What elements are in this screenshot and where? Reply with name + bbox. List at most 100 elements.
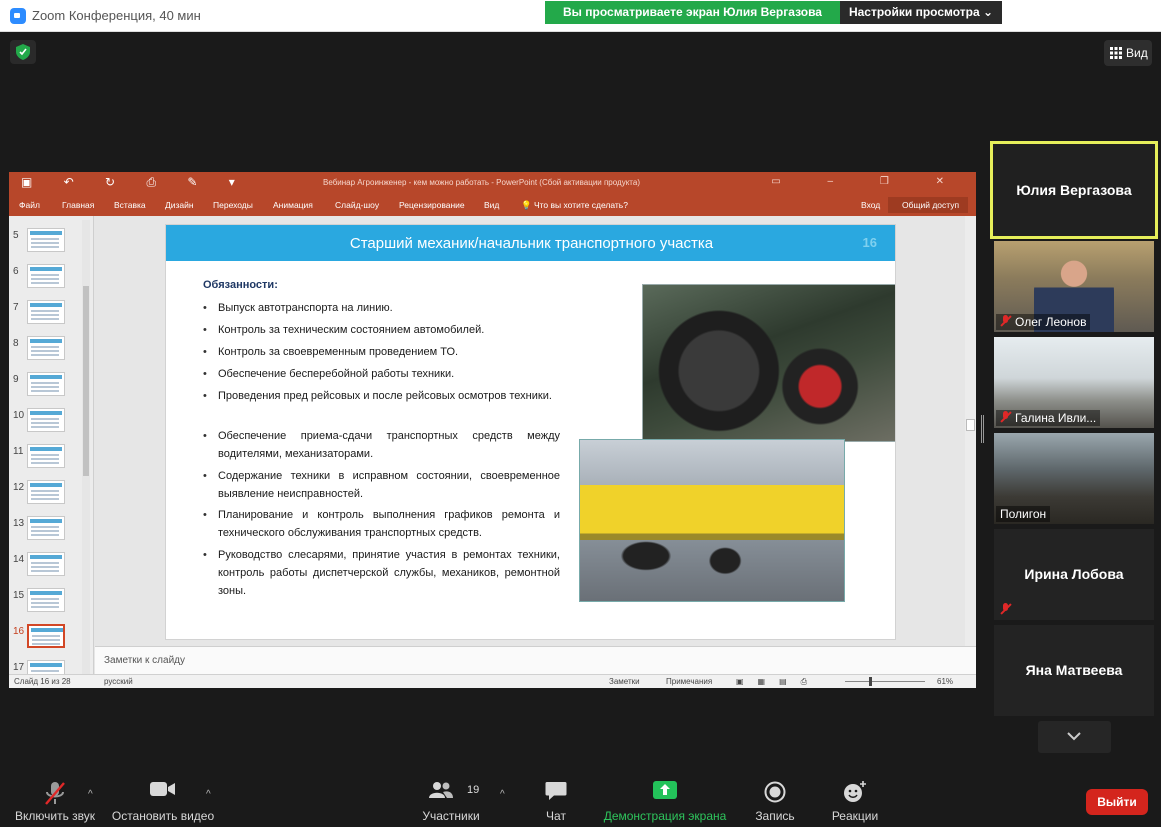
slide-thumb-number: 14	[13, 554, 25, 565]
participants-options-caret[interactable]: ^	[500, 789, 505, 800]
duty-item: Планирование и контроль выполнения графи…	[203, 506, 560, 542]
slide-thumb-number: 16	[13, 626, 25, 637]
slide-thumb-number: 10	[13, 410, 25, 421]
reactions-button[interactable]: Реакции	[826, 765, 884, 827]
thumbnails-scroll-thumb	[83, 286, 89, 476]
ppt-tab-animation: Анимация	[273, 200, 313, 210]
share-screen-button[interactable]: Демонстрация экрана	[600, 765, 730, 827]
duty-item: Обеспечение бесперебойной работы техники…	[203, 365, 560, 383]
ppt-tellme-label: Что вы хотите сделать?	[533, 200, 628, 210]
view-button[interactable]: Вид	[1104, 40, 1152, 66]
view-settings-button[interactable]: Настройки просмотра ⌄	[840, 1, 1002, 24]
reactions-label: Реакции	[831, 809, 879, 823]
duty-item: Руководство слесарями, принятие участия …	[203, 546, 560, 600]
participant-name-tag: Олег Леонов	[996, 314, 1091, 330]
participants-button[interactable]: Участники	[415, 765, 487, 827]
reaction-smiley-icon	[844, 781, 866, 802]
chat-button[interactable]: Чат	[532, 765, 580, 827]
participant-tile[interactable]: Галина Ивли...	[994, 337, 1154, 428]
tractor-repair-photo	[642, 284, 895, 442]
unmute-label: Включить звук	[14, 809, 96, 823]
share-screen-icon	[653, 781, 677, 799]
ppt-window-controls: ▭ – ❐ ✕	[771, 176, 966, 187]
trucks-factory-photo	[579, 439, 845, 602]
record-icon	[764, 781, 786, 803]
slide-thumb-image	[27, 552, 65, 576]
view-mode-icons: ▣▦▤⎙	[736, 677, 822, 686]
ppt-tab-transitions: Переходы	[213, 200, 253, 210]
ppt-tab-design: Дизайн	[165, 200, 194, 210]
ppt-ribbon-tabs: Файл Главная Вставка Дизайн Переходы Ани…	[9, 194, 976, 216]
slide-thumb-number: 7	[13, 302, 19, 313]
language: русский	[104, 677, 133, 686]
stop-video-button[interactable]: Остановить видео	[108, 765, 218, 827]
view-button-label: Вид	[1126, 46, 1148, 60]
participant-tile[interactable]: Полигон	[994, 433, 1154, 524]
participant-name-tag: Галина Ивли...	[996, 410, 1101, 426]
panel-resize-handle[interactable]	[981, 415, 984, 443]
record-label: Запись	[755, 809, 795, 823]
slide-scroll-thumb	[966, 419, 975, 431]
mic-muted-icon	[1000, 315, 1011, 327]
ppt-slide-thumbnails: 5 6 7 8 9 10 11 12 13 14 15 16 17	[9, 216, 94, 684]
zoom-level: 61%	[937, 677, 954, 686]
duty-item: Контроль за техническим состоянием автом…	[203, 321, 560, 339]
participant-name: Галина Ивли...	[1015, 411, 1097, 425]
participants-icon	[428, 782, 453, 798]
participant-tile[interactable]: Ирина Лобова	[994, 529, 1154, 620]
video-camera-icon	[150, 782, 175, 796]
ppt-tab-tellme: 💡 Что вы хотите сделать?	[521, 200, 628, 211]
current-slide: Старший механик/начальник транспортного …	[165, 224, 896, 640]
record-button[interactable]: Запись	[748, 765, 802, 827]
duty-item: Обеспечение приема-сдачи транспортных ср…	[203, 427, 560, 463]
slide-thumb-image	[27, 264, 65, 288]
slide-title: Старший механик/начальник транспортного …	[349, 235, 714, 252]
video-options-caret[interactable]: ^	[206, 789, 211, 800]
slide-thumbnail: 12	[9, 480, 89, 506]
meeting-toolbar: Включить звук ^ Остановить видео ^ Участ…	[0, 765, 1161, 827]
duty-item: Выпуск автотранспорта на линию.	[203, 299, 560, 317]
security-shield-icon[interactable]	[10, 40, 36, 64]
slide-number: 16	[862, 235, 877, 250]
window-title: Zoom Конференция, 40 мин	[32, 8, 201, 23]
slide-thumb-image	[27, 444, 65, 468]
screen-share-banner: Вы просматриваете экран Юлия Вергазова	[545, 1, 840, 24]
chevron-down-icon: ⌄	[982, 5, 994, 19]
participant-name: Юлия Вергазова	[1016, 182, 1132, 198]
slide-thumb-number: 13	[13, 518, 25, 529]
ppt-slide-canvas: Старший механик/начальник транспортного …	[95, 216, 965, 646]
zoom-slider	[845, 677, 925, 686]
participant-tile-active-speaker[interactable]: Юлия Вергазова	[990, 141, 1158, 239]
slide-thumbnail: 6	[9, 264, 89, 290]
microphone-muted-icon	[45, 782, 65, 805]
duty-item: Проведения пред рейсовых и после рейсовы…	[203, 387, 560, 405]
leave-meeting-button[interactable]: Выйти	[1086, 789, 1148, 815]
participant-tile[interactable]: Яна Матвеева	[994, 625, 1154, 716]
participant-tile[interactable]: Олег Леонов	[994, 241, 1154, 332]
slide-notes-pane: Заметки к слайду	[95, 646, 976, 674]
share-screen-label: Демонстрация экрана	[603, 809, 727, 823]
gallery-scroll-down-button[interactable]	[1038, 721, 1111, 753]
grid-icon	[1110, 47, 1122, 59]
ppt-status-bar: Слайд 16 из 28 русский Заметки Примечани…	[9, 674, 976, 688]
slide-thumb-image	[27, 480, 65, 504]
ppt-tab-home: Главная	[62, 200, 95, 210]
slide-thumb-number: 8	[13, 338, 19, 349]
stop-video-label: Остановить видео	[111, 809, 215, 823]
ppt-signin: Вход	[861, 200, 881, 210]
mic-muted-icon	[1000, 411, 1011, 423]
ppt-tab-file: Файл	[19, 200, 40, 210]
zoom-logo-icon	[10, 8, 26, 24]
duties-heading: Обязанности:	[203, 279, 278, 291]
participant-name-tag: Полигон	[996, 506, 1051, 522]
slide-thumbnail: 10	[9, 408, 89, 434]
notes-placeholder: Заметки к слайду	[104, 655, 185, 666]
participant-name: Ирина Лобова	[1024, 566, 1124, 582]
participant-name: Полигон	[1000, 507, 1047, 521]
chevron-down-icon	[1067, 732, 1081, 741]
participant-name-tag	[996, 602, 1019, 618]
slide-thumb-number: 12	[13, 482, 25, 493]
duty-item: Контроль за своевременным проведением ТО…	[203, 343, 560, 361]
audio-options-caret[interactable]: ^	[88, 789, 93, 800]
slide-thumb-number: 17	[13, 662, 25, 673]
